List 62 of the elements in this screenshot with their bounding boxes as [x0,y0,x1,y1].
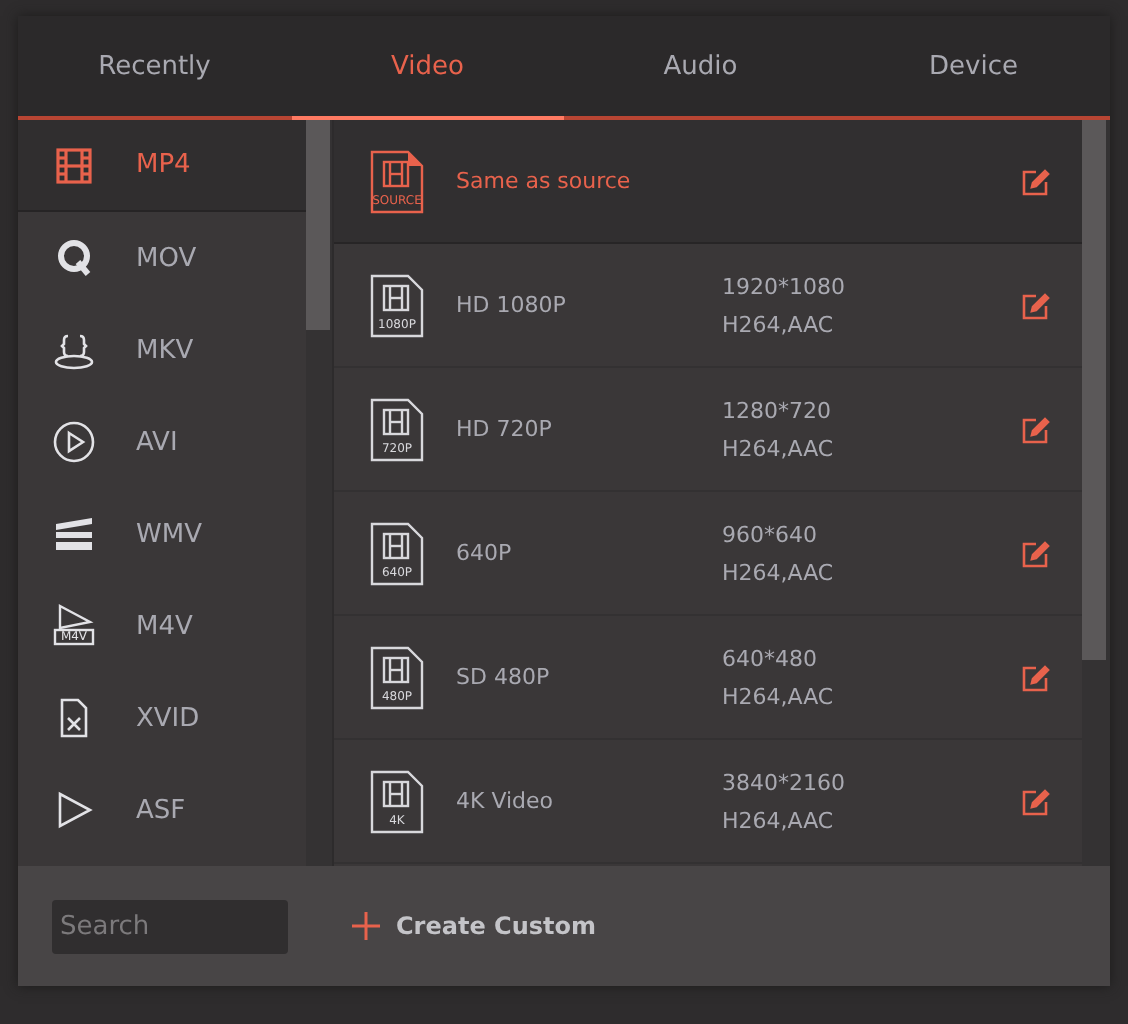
tab[interactable]: Audio [564,16,837,120]
tab[interactable]: Recently [18,16,291,120]
resolution-text: 960*640 [722,521,819,547]
preset-name: SD 480P [456,664,552,690]
preset-name: HD 1080P [456,292,568,318]
codec-text: H264,AAC [722,807,836,833]
format-label: AVI [136,427,178,457]
clapperboard-icon [52,512,96,556]
edit-button[interactable] [1022,539,1050,567]
edit-icon [1022,539,1050,567]
preset-name: Same as source [456,168,633,194]
edit-icon [1022,291,1050,319]
film-icon [52,143,96,187]
format-item[interactable]: MOV [18,212,306,304]
file-outline-icon [370,273,424,337]
format-label: MP4 [136,150,191,180]
preset-name: 640P [456,540,514,566]
file-outline-icon [370,397,424,461]
edit-icon [1022,787,1050,815]
tab[interactable]: Device [837,16,1110,120]
codec-text: H264,AAC [722,559,836,585]
preset-name: HD 720P [456,416,554,442]
codec-text: H264,AAC [722,683,836,709]
scrollbar[interactable] [306,120,332,866]
preset-name: 4K Video [456,788,556,814]
play-circle-icon [52,420,96,464]
format-label: WMV [136,519,202,549]
resolution-text: 3840*2160 [722,769,847,795]
resolution-text: 640*480 [722,645,819,671]
edit-icon [1022,167,1050,195]
format-item[interactable]: WMV [18,488,306,580]
format-item[interactable]: AVI [18,396,306,488]
q-letter-icon [52,236,96,280]
search-field[interactable]: Search [52,899,288,953]
format-item[interactable]: XVID [18,672,306,764]
edit-icon [1022,415,1050,443]
file-outline-icon [370,149,424,213]
edit-button[interactable] [1022,167,1050,195]
resolution-text: 1280*720 [722,397,833,423]
format-label: MKV [136,335,194,365]
format-item[interactable]: ASF [18,764,306,856]
edit-button[interactable] [1022,663,1050,691]
edit-button[interactable] [1022,291,1050,319]
codec-text: H264,AAC [722,311,836,337]
format-label: M4V [136,611,193,641]
format-item[interactable]: MKV [18,304,306,396]
plus-icon [352,912,380,940]
format-label: XVID [136,703,200,733]
file-outline-icon [370,769,424,833]
codec-text: H264,AAC [722,435,836,461]
edit-icon [1022,663,1050,691]
play-icon [52,604,96,648]
edit-button[interactable] [1022,787,1050,815]
file-outline-icon [370,521,424,585]
resolution-text: 1920*1080 [722,273,847,299]
format-label: ASF [136,795,186,825]
create-custom-button[interactable]: Create Custom [352,912,596,940]
format-label: MOV [136,243,197,273]
scrollbar[interactable] [1082,120,1110,866]
file-outline-icon [370,645,424,709]
edit-button[interactable] [1022,415,1050,443]
format-item[interactable]: MP4 [18,120,306,212]
